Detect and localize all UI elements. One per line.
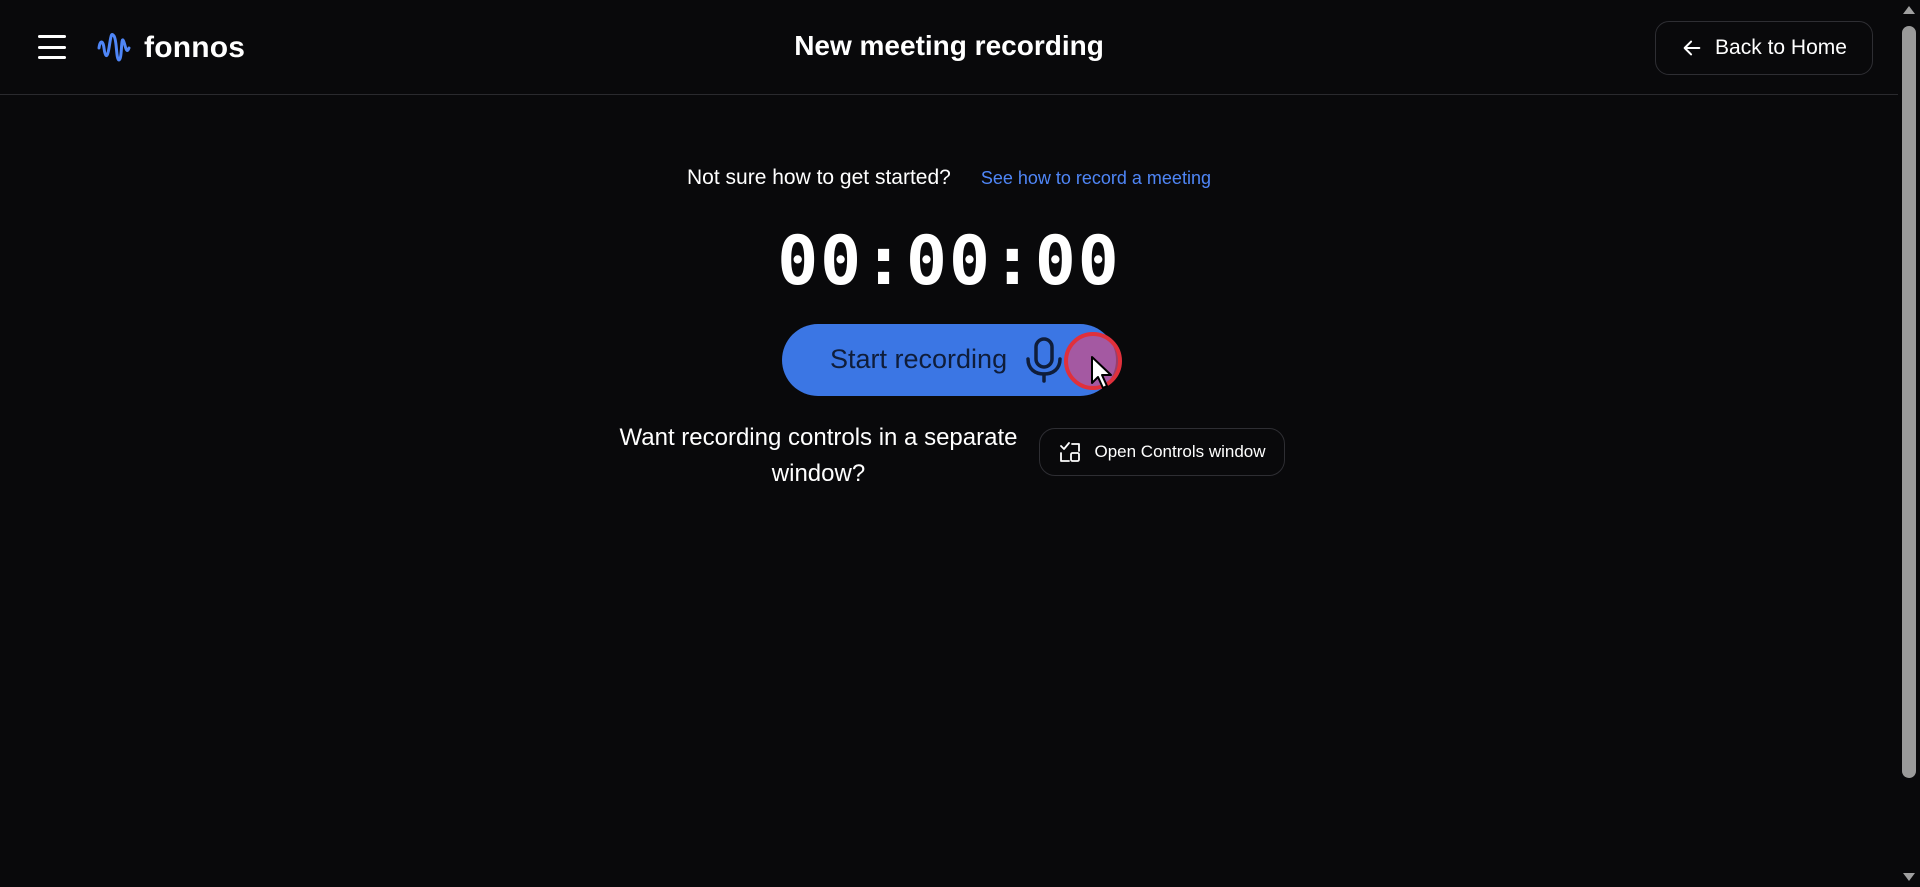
help-row: Not sure how to get started? See how to … — [0, 166, 1898, 190]
controls-row: Want recording controls in a separate wi… — [0, 420, 1898, 492]
page-title: New meeting recording — [794, 30, 1104, 61]
scroll-thumb[interactable] — [1902, 26, 1916, 778]
cursor-icon — [1091, 356, 1112, 389]
external-window-icon — [1060, 442, 1081, 462]
open-controls-window-button[interactable]: Open Controls window — [1039, 428, 1285, 476]
how-to-record-link[interactable]: See how to record a meeting — [981, 168, 1211, 189]
help-text: Not sure how to get started? — [687, 166, 951, 189]
recording-timer: 00:00:00 — [777, 222, 1121, 301]
back-to-home-button[interactable]: Back to Home — [1655, 21, 1873, 75]
open-controls-window-label: Open Controls window — [1094, 442, 1266, 461]
arrow-left-icon — [1683, 40, 1701, 56]
top-bar: fonnos New meeting recording Back to Hom… — [0, 0, 1898, 95]
controls-prompt: Want recording controls in a separate wi… — [619, 424, 1018, 487]
back-to-home-label: Back to Home — [1715, 36, 1847, 59]
app: fonnos New meeting recording Back to Hom… — [0, 0, 1920, 887]
start-recording-label: Start recording — [830, 344, 1008, 374]
vertical-scrollbar[interactable] — [1898, 0, 1920, 887]
microphone-icon — [1026, 337, 1062, 383]
scroll-up-arrow-icon[interactable] — [1903, 6, 1915, 14]
scroll-down-arrow-icon[interactable] — [1903, 873, 1915, 881]
